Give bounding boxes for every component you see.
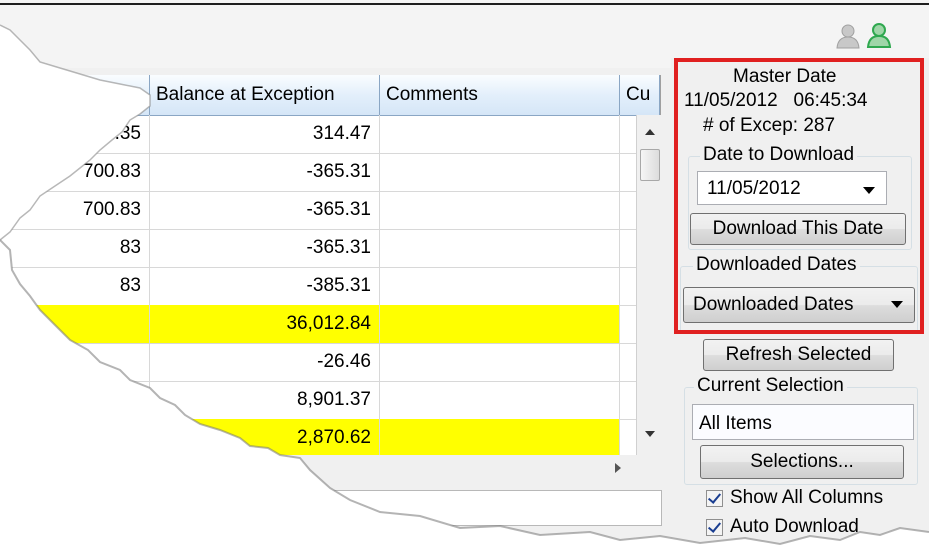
torn-left-paper bbox=[0, 0, 929, 550]
screenshot: ple Balance Balance at Exception Comment… bbox=[0, 0, 929, 550]
torn-top-left-paper bbox=[0, 0, 150, 240]
torn-edge-overlay bbox=[0, 0, 929, 550]
